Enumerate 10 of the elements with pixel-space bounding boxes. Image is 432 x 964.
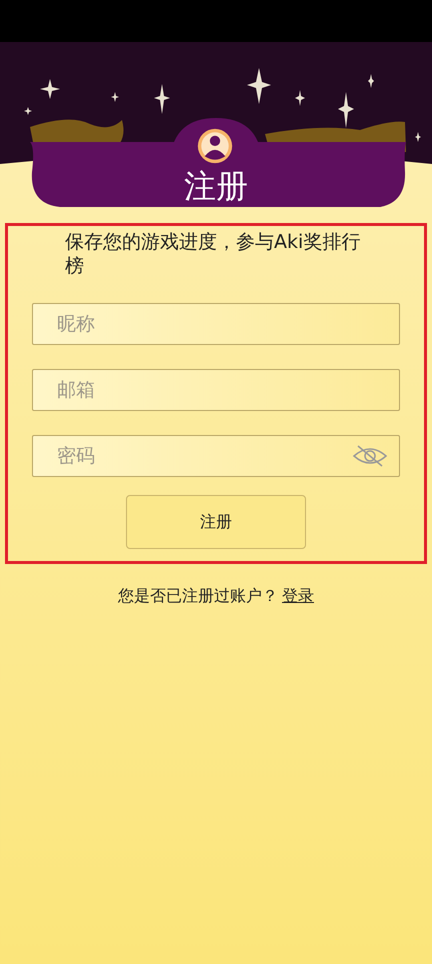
register-button[interactable]: 注册 — [126, 495, 306, 549]
hidden-eye-icon[interactable] — [352, 444, 388, 468]
input-field[interactable]: 昵称 — [32, 303, 400, 345]
account-question: 您是否已注册过账户？ — [118, 586, 278, 607]
login-link[interactable]: 登录 — [282, 586, 314, 607]
password-field[interactable]: 密码 — [32, 435, 400, 477]
avatar-icon — [197, 128, 233, 164]
input-field[interactable]: 邮箱 — [32, 369, 400, 411]
intro-text: 保存您的游戏进度，参与Aki奖排行榜 — [65, 230, 362, 278]
page-title: 注册 — [183, 166, 249, 207]
